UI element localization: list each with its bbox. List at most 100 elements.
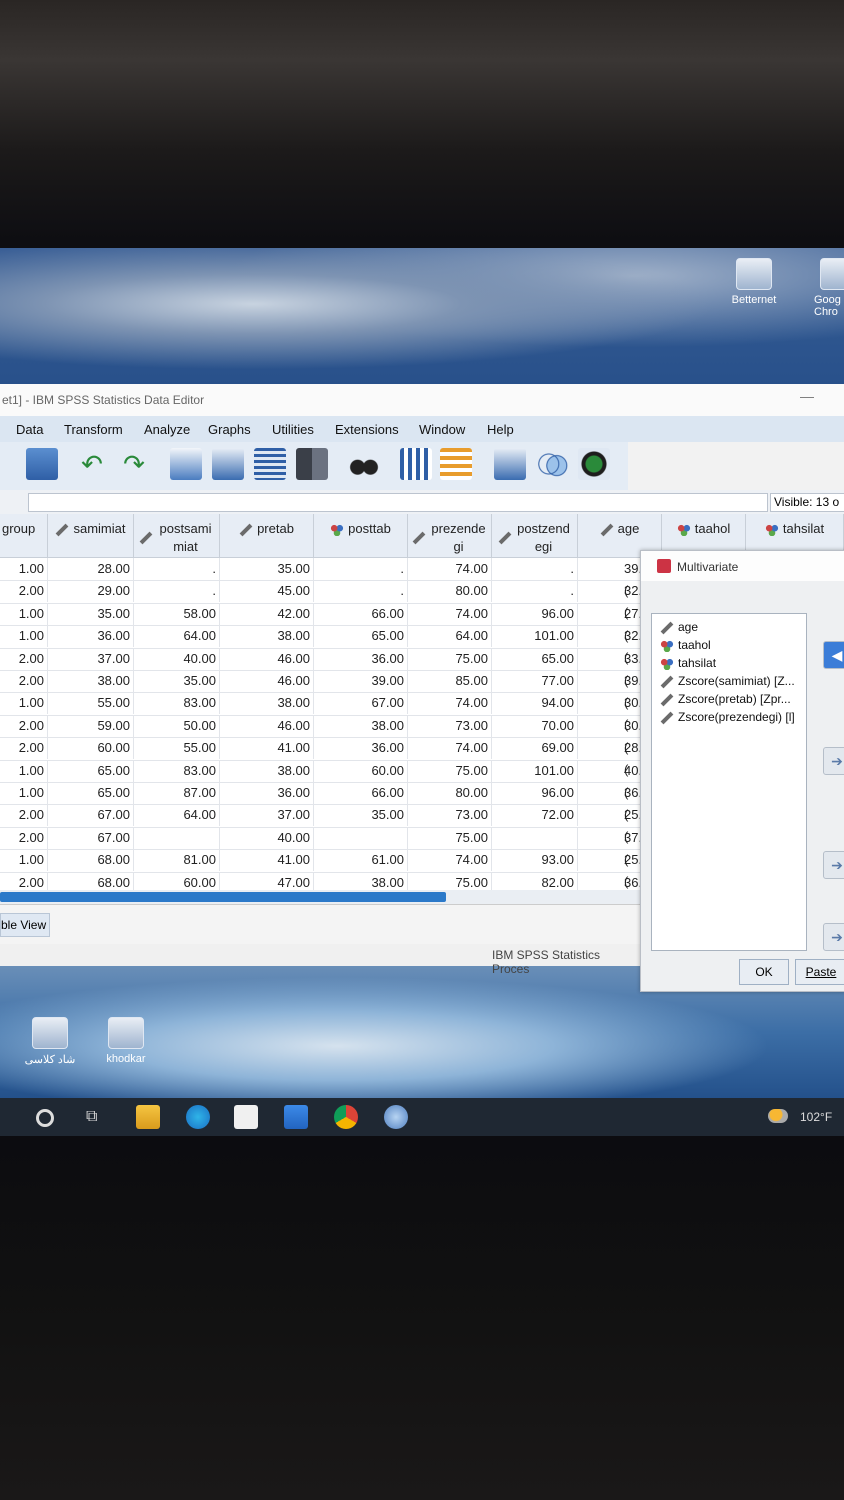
edge-icon[interactable] [186, 1105, 210, 1129]
file-explorer-icon[interactable] [136, 1105, 160, 1129]
table-cell[interactable]: 65.00 [314, 625, 408, 648]
desktop-icon-khodkar[interactable]: khodkar [86, 1017, 166, 1065]
desktop-icon-chrome[interactable]: Goog Chro [790, 258, 844, 318]
table-cell[interactable]: 39.( [578, 670, 642, 710]
table-cell[interactable]: 55.00 [134, 737, 220, 760]
table-cell[interactable]: 68.00 [48, 849, 134, 872]
table-cell[interactable]: 101.00 [492, 625, 578, 648]
desktop-icon-betternet[interactable]: Betternet [714, 258, 794, 306]
table-cell[interactable]: 41.00 [220, 849, 314, 872]
table-cell[interactable]: 68.00 [48, 871, 134, 890]
table-cell[interactable]: 67.00 [314, 692, 408, 715]
table-cell[interactable]: 83.00 [134, 759, 220, 782]
move-fixed-factor-arrow-icon[interactable]: ➔ [823, 747, 844, 775]
table-cell[interactable]: 94.00 [492, 692, 578, 715]
store-icon[interactable] [234, 1105, 258, 1129]
table-cell[interactable]: 39.00 [314, 670, 408, 692]
move-dependent-arrow-icon[interactable]: ◀ [823, 641, 844, 669]
move-covariate-arrow-icon[interactable]: ➔ [823, 851, 844, 879]
cortana-icon[interactable] [36, 1109, 54, 1127]
table-cell[interactable]: . [314, 558, 408, 580]
table-cell[interactable]: 38.00 [314, 714, 408, 737]
table-cell[interactable]: 1.00 [0, 692, 48, 715]
table-cell[interactable]: 74.00 [408, 558, 492, 580]
weight-cases-icon[interactable] [536, 448, 568, 480]
table-cell[interactable]: . [134, 558, 220, 580]
variable-item[interactable]: tahsilat [660, 654, 716, 672]
column-header-pretab[interactable]: pretab [220, 514, 314, 558]
table-cell[interactable]: 35.00 [314, 804, 408, 827]
menu-window[interactable]: Window [419, 422, 465, 437]
table-cell[interactable]: 65.00 [492, 647, 578, 670]
table-cell[interactable]: 2.00 [0, 670, 48, 692]
table-cell[interactable]: 35.00 [48, 602, 134, 625]
table-cell[interactable]: 40.00 [220, 826, 314, 849]
spss-taskbar-icon[interactable] [384, 1105, 408, 1129]
select-cases-icon[interactable] [578, 448, 610, 480]
table-cell[interactable]: 59.00 [48, 714, 134, 737]
split-file-icon[interactable] [494, 448, 526, 480]
table-cell[interactable]: 64.00 [408, 625, 492, 648]
table-cell[interactable]: 32.( [578, 625, 642, 665]
table-cell[interactable]: 30.( [578, 692, 642, 732]
table-cell[interactable]: . [134, 580, 220, 603]
horizontal-scrollbar[interactable] [0, 890, 640, 904]
table-cell[interactable]: 25.( [578, 849, 642, 889]
table-cell[interactable]: 37.00 [220, 804, 314, 827]
scrollbar-thumb[interactable] [0, 892, 446, 902]
table-cell[interactable]: 36.00 [48, 625, 134, 648]
menu-extensions[interactable]: Extensions [335, 422, 399, 437]
table-cell[interactable]: 46.00 [220, 714, 314, 737]
table-cell[interactable]: 2.00 [0, 804, 48, 827]
table-cell[interactable]: 36.00 [314, 737, 408, 760]
table-cell[interactable]: 74.00 [408, 692, 492, 715]
table-cell[interactable]: 1.00 [0, 625, 48, 648]
table-cell[interactable]: 64.00 [134, 625, 220, 648]
table-cell[interactable]: 75.00 [408, 871, 492, 890]
table-cell[interactable]: 36.( [578, 782, 642, 822]
table-cell[interactable]: 35.00 [134, 670, 220, 692]
menu-help[interactable]: Help [487, 422, 514, 437]
table-cell[interactable]: 35.00 [220, 558, 314, 580]
table-cell[interactable]: 70.00 [492, 714, 578, 737]
table-cell[interactable]: 1.00 [0, 782, 48, 804]
menu-transform[interactable]: Transform [64, 422, 123, 437]
table-cell[interactable]: 96.00 [492, 782, 578, 804]
ok-button[interactable]: OK [739, 959, 789, 985]
column-header-postsamimiat[interactable]: postsami miat [134, 514, 220, 558]
table-cell[interactable]: 65.00 [48, 759, 134, 782]
table-cell[interactable]: 85.00 [408, 670, 492, 692]
table-cell[interactable]: 65.00 [48, 782, 134, 804]
table-cell[interactable]: 82.00 [492, 871, 578, 890]
table-cell[interactable]: 46.00 [220, 647, 314, 670]
table-cell[interactable]: 73.00 [408, 804, 492, 827]
table-cell[interactable]: 73.00 [408, 714, 492, 737]
table-cell[interactable]: 39.( [578, 558, 642, 598]
table-cell[interactable]: 75.00 [408, 647, 492, 670]
table-cell[interactable] [134, 826, 220, 849]
table-cell[interactable]: 60.00 [48, 737, 134, 760]
open-data-icon[interactable] [26, 448, 58, 480]
table-cell[interactable]: 28.00 [48, 558, 134, 580]
table-cell[interactable]: 2.00 [0, 580, 48, 603]
table-cell[interactable]: 2.00 [0, 714, 48, 737]
tab-data-view[interactable]: ble View [0, 913, 50, 937]
menu-utilities[interactable]: Utilities [272, 422, 314, 437]
menu-analyze[interactable]: Analyze [144, 422, 190, 437]
table-cell[interactable]: 74.00 [408, 737, 492, 760]
variable-item[interactable]: taahol [660, 636, 711, 654]
table-cell[interactable]: 40.( [578, 760, 642, 800]
insert-variable-icon[interactable] [440, 448, 472, 480]
table-cell[interactable]: 55.00 [48, 692, 134, 715]
variable-item[interactable]: Zscore(samimiat) [Z... [660, 672, 795, 690]
table-cell[interactable]: 80.00 [408, 782, 492, 804]
table-cell[interactable]: 81.00 [134, 849, 220, 872]
table-cell[interactable]: 47.00 [220, 871, 314, 890]
desktop-icon-shad[interactable]: شاد کلاسی [10, 1017, 90, 1066]
variable-item[interactable]: age [660, 618, 698, 636]
variables-icon[interactable] [254, 448, 286, 480]
move-wls-weight-arrow-icon[interactable]: ➔ [823, 923, 844, 951]
find-icon[interactable] [348, 448, 380, 480]
column-header-posttab[interactable]: posttab [314, 514, 408, 558]
variable-item[interactable]: Zscore(prezendegi) [l] [660, 708, 795, 726]
